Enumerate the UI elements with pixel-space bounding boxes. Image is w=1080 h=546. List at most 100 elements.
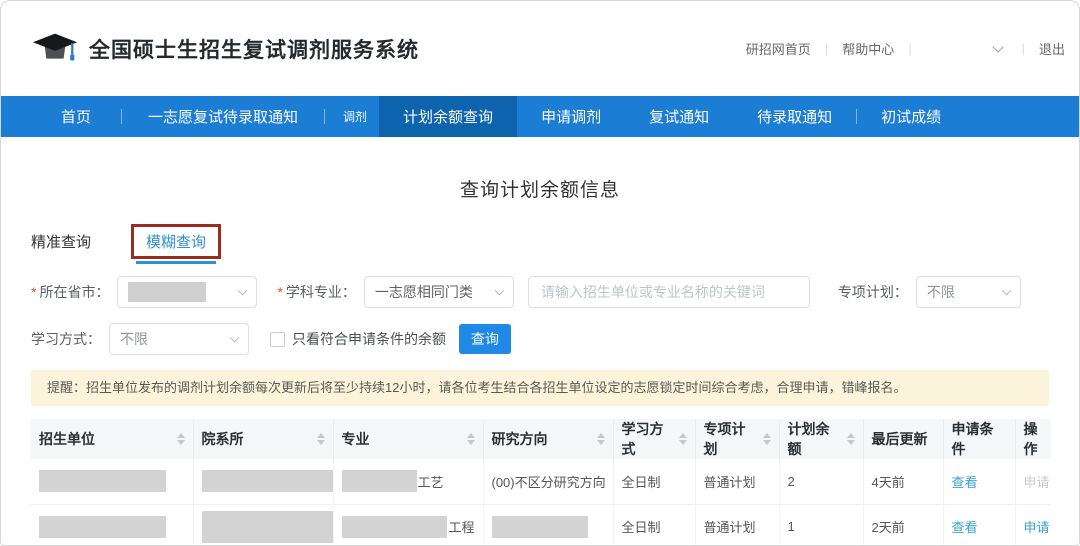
col-header-unit[interactable]: 招生单位 xyxy=(31,419,193,459)
nav-home[interactable]: 首页 xyxy=(31,96,121,137)
header-links: 研招网首页 帮助中心 退出 xyxy=(746,39,1065,58)
subject-value: 一志愿相同门类 xyxy=(375,282,473,302)
sort-icon[interactable] xyxy=(177,433,185,445)
filter-row-2: 学习方式： 不限 只看符合申请条件的余额 查询 xyxy=(31,323,1049,355)
col-header-apply-conditions: 申请条件 xyxy=(943,419,1015,459)
sort-icon[interactable] xyxy=(763,433,771,445)
col-header-major[interactable]: 专业 xyxy=(333,419,483,459)
nav-initial-scores[interactable]: 初试成绩 xyxy=(857,96,965,137)
notice-banner: 提醒：招生单位发布的调剂计划余额每次更新后将至少持续12小时，请各位考生结合各招… xyxy=(31,370,1049,406)
annotation-highlight-box: 模糊查询 xyxy=(131,224,221,259)
special-plan-value: 不限 xyxy=(927,282,955,302)
graduation-cap-icon xyxy=(31,31,79,67)
col-header-last-update: 最后更新 xyxy=(863,419,943,459)
cell-actions: 申请 xyxy=(1015,504,1051,546)
link-yanzhao-home[interactable]: 研招网首页 xyxy=(746,39,811,58)
cell-major: 工程 xyxy=(333,504,483,546)
col-header-department[interactable]: 院系所 xyxy=(193,419,333,459)
province-value-redacted xyxy=(128,282,206,302)
study-mode-select[interactable]: 不限 xyxy=(109,323,249,355)
nav-first-choice-notice[interactable]: 一志愿复试待录取通知 xyxy=(122,96,324,137)
col-header-study-mode[interactable]: 学习方式 xyxy=(613,419,695,459)
cell-apply-conditions: 查看 xyxy=(943,459,1015,504)
cell-study-mode: 全日制 xyxy=(613,504,695,546)
filter-row-1: 所在省市： 学科专业： 一志愿相同门类 专项计划： 不限 xyxy=(31,276,1049,308)
chevron-down-icon xyxy=(494,286,504,296)
table-header-row: 招生单位 院系所 专业 研究方向 学习方式 专项计划 计划余额 最后更新 申请条… xyxy=(31,419,1051,459)
brand: 全国硕士生招生复试调剂服务系统 xyxy=(31,31,419,67)
username-redacted xyxy=(926,42,992,56)
sort-icon[interactable] xyxy=(679,433,687,445)
chevron-down-icon xyxy=(238,286,248,296)
search-button[interactable]: 查询 xyxy=(459,324,511,354)
cell-department xyxy=(193,504,333,546)
col-header-special-plan[interactable]: 专项计划 xyxy=(695,419,779,459)
app-title: 全国硕士生招生复试调剂服务系统 xyxy=(89,34,419,64)
page-title: 查询计划余额信息 xyxy=(31,175,1049,202)
major-redacted xyxy=(342,516,448,538)
sort-icon[interactable] xyxy=(847,433,855,445)
cell-study-mode: 全日制 xyxy=(613,459,695,504)
only-eligible-checkbox[interactable] xyxy=(270,332,285,347)
major-redacted xyxy=(342,470,417,492)
research-direction-redacted xyxy=(492,516,588,538)
cell-apply-conditions: 查看 xyxy=(943,504,1015,546)
cell-plan-balance: 2 xyxy=(779,459,863,504)
department-redacted xyxy=(202,511,334,543)
only-eligible-label[interactable]: 只看符合申请条件的余额 xyxy=(292,329,446,349)
nav-retest-notice[interactable]: 复试通知 xyxy=(625,96,733,137)
sort-icon[interactable] xyxy=(467,433,475,445)
col-header-research-direction[interactable]: 研究方向 xyxy=(483,419,613,459)
cell-department xyxy=(193,459,333,504)
cell-special-plan: 普通计划 xyxy=(695,504,779,546)
subject-label: 学科专业： xyxy=(277,282,355,302)
unit-redacted xyxy=(39,470,166,492)
tab-fuzzy-query[interactable]: 模糊查询 xyxy=(146,234,206,251)
cell-unit xyxy=(31,504,193,546)
separator xyxy=(1022,41,1025,56)
cell-actions: 申请 xyxy=(1015,459,1051,504)
study-mode-value: 不限 xyxy=(120,329,148,349)
province-label: 所在省市： xyxy=(31,282,109,302)
cell-plan-balance: 1 xyxy=(779,504,863,546)
nav-apply-adjustment[interactable]: 申请调剂 xyxy=(517,96,625,137)
link-logout[interactable]: 退出 xyxy=(1039,39,1065,58)
department-redacted xyxy=(202,470,334,492)
nav-group-label-tiaoji: 调剂 xyxy=(325,96,379,137)
special-plan-select[interactable]: 不限 xyxy=(916,276,1021,308)
app-header: 全国硕士生招生复试调剂服务系统 研招网首页 帮助中心 退出 xyxy=(1,1,1079,96)
study-mode-label: 学习方式： xyxy=(31,329,101,349)
cell-special-plan: 普通计划 xyxy=(695,459,779,504)
main-content: 查询计划余额信息 精准查询 模糊查询 所在省市： 学科专业： 一志愿相同门类 xyxy=(1,175,1079,546)
main-nav: 首页 一志愿复试待录取通知 调剂 计划余额查询 申请调剂 复试通知 待录取通知 … xyxy=(1,96,1079,137)
tab-precise-query[interactable]: 精准查询 xyxy=(31,231,91,252)
separator xyxy=(908,41,911,56)
filter-form: 所在省市： 学科专业： 一志愿相同门类 专项计划： 不限 xyxy=(31,276,1049,355)
cell-last-update: 4天前 xyxy=(863,459,943,504)
sort-icon[interactable] xyxy=(597,433,605,445)
nav-pending-admission-notice[interactable]: 待录取通知 xyxy=(733,96,856,137)
apply-link[interactable]: 申请 xyxy=(1024,520,1050,535)
province-select[interactable] xyxy=(117,276,257,308)
col-header-plan-balance[interactable]: 计划余额 xyxy=(779,419,863,459)
table-row: 工艺 (00)不区分研究方向 全日制 普通计划 2 4天前 查看 申请 xyxy=(31,459,1051,504)
col-header-actions: 操作 xyxy=(1015,419,1051,459)
table-row: 工程 全日制 普通计划 1 2天前 查看 申请 xyxy=(31,504,1051,546)
keyword-input[interactable] xyxy=(528,276,810,308)
chevron-down-icon xyxy=(230,333,240,343)
special-plan-label: 专项计划： xyxy=(838,282,908,302)
cell-research-direction: (00)不区分研究方向 xyxy=(483,459,613,504)
app-window: 全国硕士生招生复试调剂服务系统 研招网首页 帮助中心 退出 首页 一志愿复试待录… xyxy=(0,0,1080,546)
view-conditions-link[interactable]: 查看 xyxy=(952,475,978,490)
plan-balance-table: 招生单位 院系所 专业 研究方向 学习方式 专项计划 计划余额 最后更新 申请条… xyxy=(31,419,1051,546)
nav-plan-balance-query[interactable]: 计划余额查询 xyxy=(379,96,517,137)
chevron-down-icon xyxy=(1001,286,1011,296)
unit-redacted xyxy=(39,516,166,538)
separator xyxy=(825,41,828,56)
link-help-center[interactable]: 帮助中心 xyxy=(842,39,894,58)
subject-select[interactable]: 一志愿相同门类 xyxy=(364,276,514,308)
sort-icon[interactable] xyxy=(317,433,325,445)
chevron-down-icon[interactable] xyxy=(992,41,1003,52)
query-tabs: 精准查询 模糊查询 xyxy=(31,224,1049,258)
view-conditions-link[interactable]: 查看 xyxy=(952,520,978,535)
